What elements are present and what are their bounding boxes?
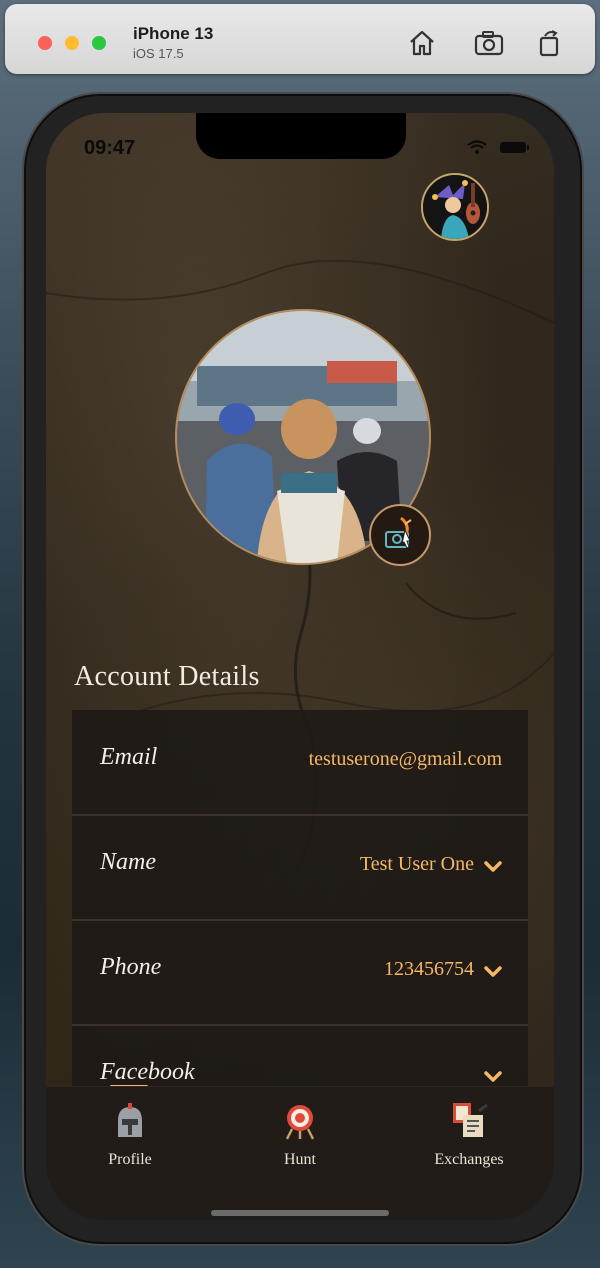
device-name: iPhone 13 bbox=[133, 24, 214, 43]
wifi-icon bbox=[467, 140, 487, 154]
minimize-window-button[interactable] bbox=[65, 36, 79, 50]
zoom-window-button[interactable] bbox=[92, 36, 106, 50]
tab-profile-label: Profile bbox=[108, 1151, 152, 1168]
status-time: 09:47 bbox=[84, 137, 136, 159]
detail-row-phone[interactable]: Phone 123456754 bbox=[72, 920, 528, 1026]
tab-exchanges[interactable]: Exchanges bbox=[399, 1101, 539, 1181]
chevron-down-icon[interactable] bbox=[484, 1070, 502, 1084]
facebook-label: Facebook bbox=[100, 1059, 195, 1085]
email-value: testuserone@gmail.com bbox=[308, 748, 502, 770]
change-photo-button[interactable] bbox=[369, 504, 431, 566]
tab-bar: Profile Hunt Exchanges bbox=[46, 1086, 554, 1220]
tab-exchanges-label: Exchanges bbox=[434, 1151, 504, 1168]
chevron-down-icon[interactable] bbox=[484, 965, 502, 979]
phone-value: 123456754 bbox=[384, 958, 474, 980]
name-label: Name bbox=[100, 849, 156, 875]
section-title: Account Details bbox=[74, 661, 260, 692]
close-window-button[interactable] bbox=[38, 36, 52, 50]
rotate-icon[interactable] bbox=[535, 28, 565, 58]
tab-profile[interactable]: Profile bbox=[60, 1101, 200, 1181]
tab-hunt[interactable]: Hunt bbox=[230, 1101, 370, 1181]
os-version: iOS 17.5 bbox=[133, 46, 184, 61]
tab-hunt-label: Hunt bbox=[284, 1151, 316, 1168]
detail-row-name[interactable]: Name Test User One bbox=[72, 815, 528, 921]
chevron-down-icon[interactable] bbox=[484, 860, 502, 874]
app-screen: 09:47 Account Details Email testuserone@… bbox=[46, 113, 554, 1220]
phone-label: Phone bbox=[100, 954, 162, 980]
home-indicator[interactable] bbox=[211, 1210, 389, 1216]
screenshot-icon[interactable] bbox=[474, 28, 504, 58]
target-icon bbox=[285, 1105, 315, 1140]
battery-icon bbox=[500, 142, 529, 153]
home-icon[interactable] bbox=[407, 28, 437, 58]
helmet-icon bbox=[118, 1103, 142, 1137]
camera-icon bbox=[385, 516, 412, 549]
character-avatar[interactable] bbox=[421, 173, 489, 241]
detail-row-email: Email testuserone@gmail.com bbox=[72, 710, 528, 816]
name-value: Test User One bbox=[359, 853, 474, 875]
documents-icon bbox=[453, 1103, 488, 1137]
notch bbox=[196, 113, 406, 159]
simulator-toolbar: iPhone 13 iOS 17.5 bbox=[5, 4, 595, 74]
status-icons bbox=[467, 140, 529, 154]
email-label: Email bbox=[100, 744, 158, 770]
jester-icon bbox=[423, 175, 487, 239]
